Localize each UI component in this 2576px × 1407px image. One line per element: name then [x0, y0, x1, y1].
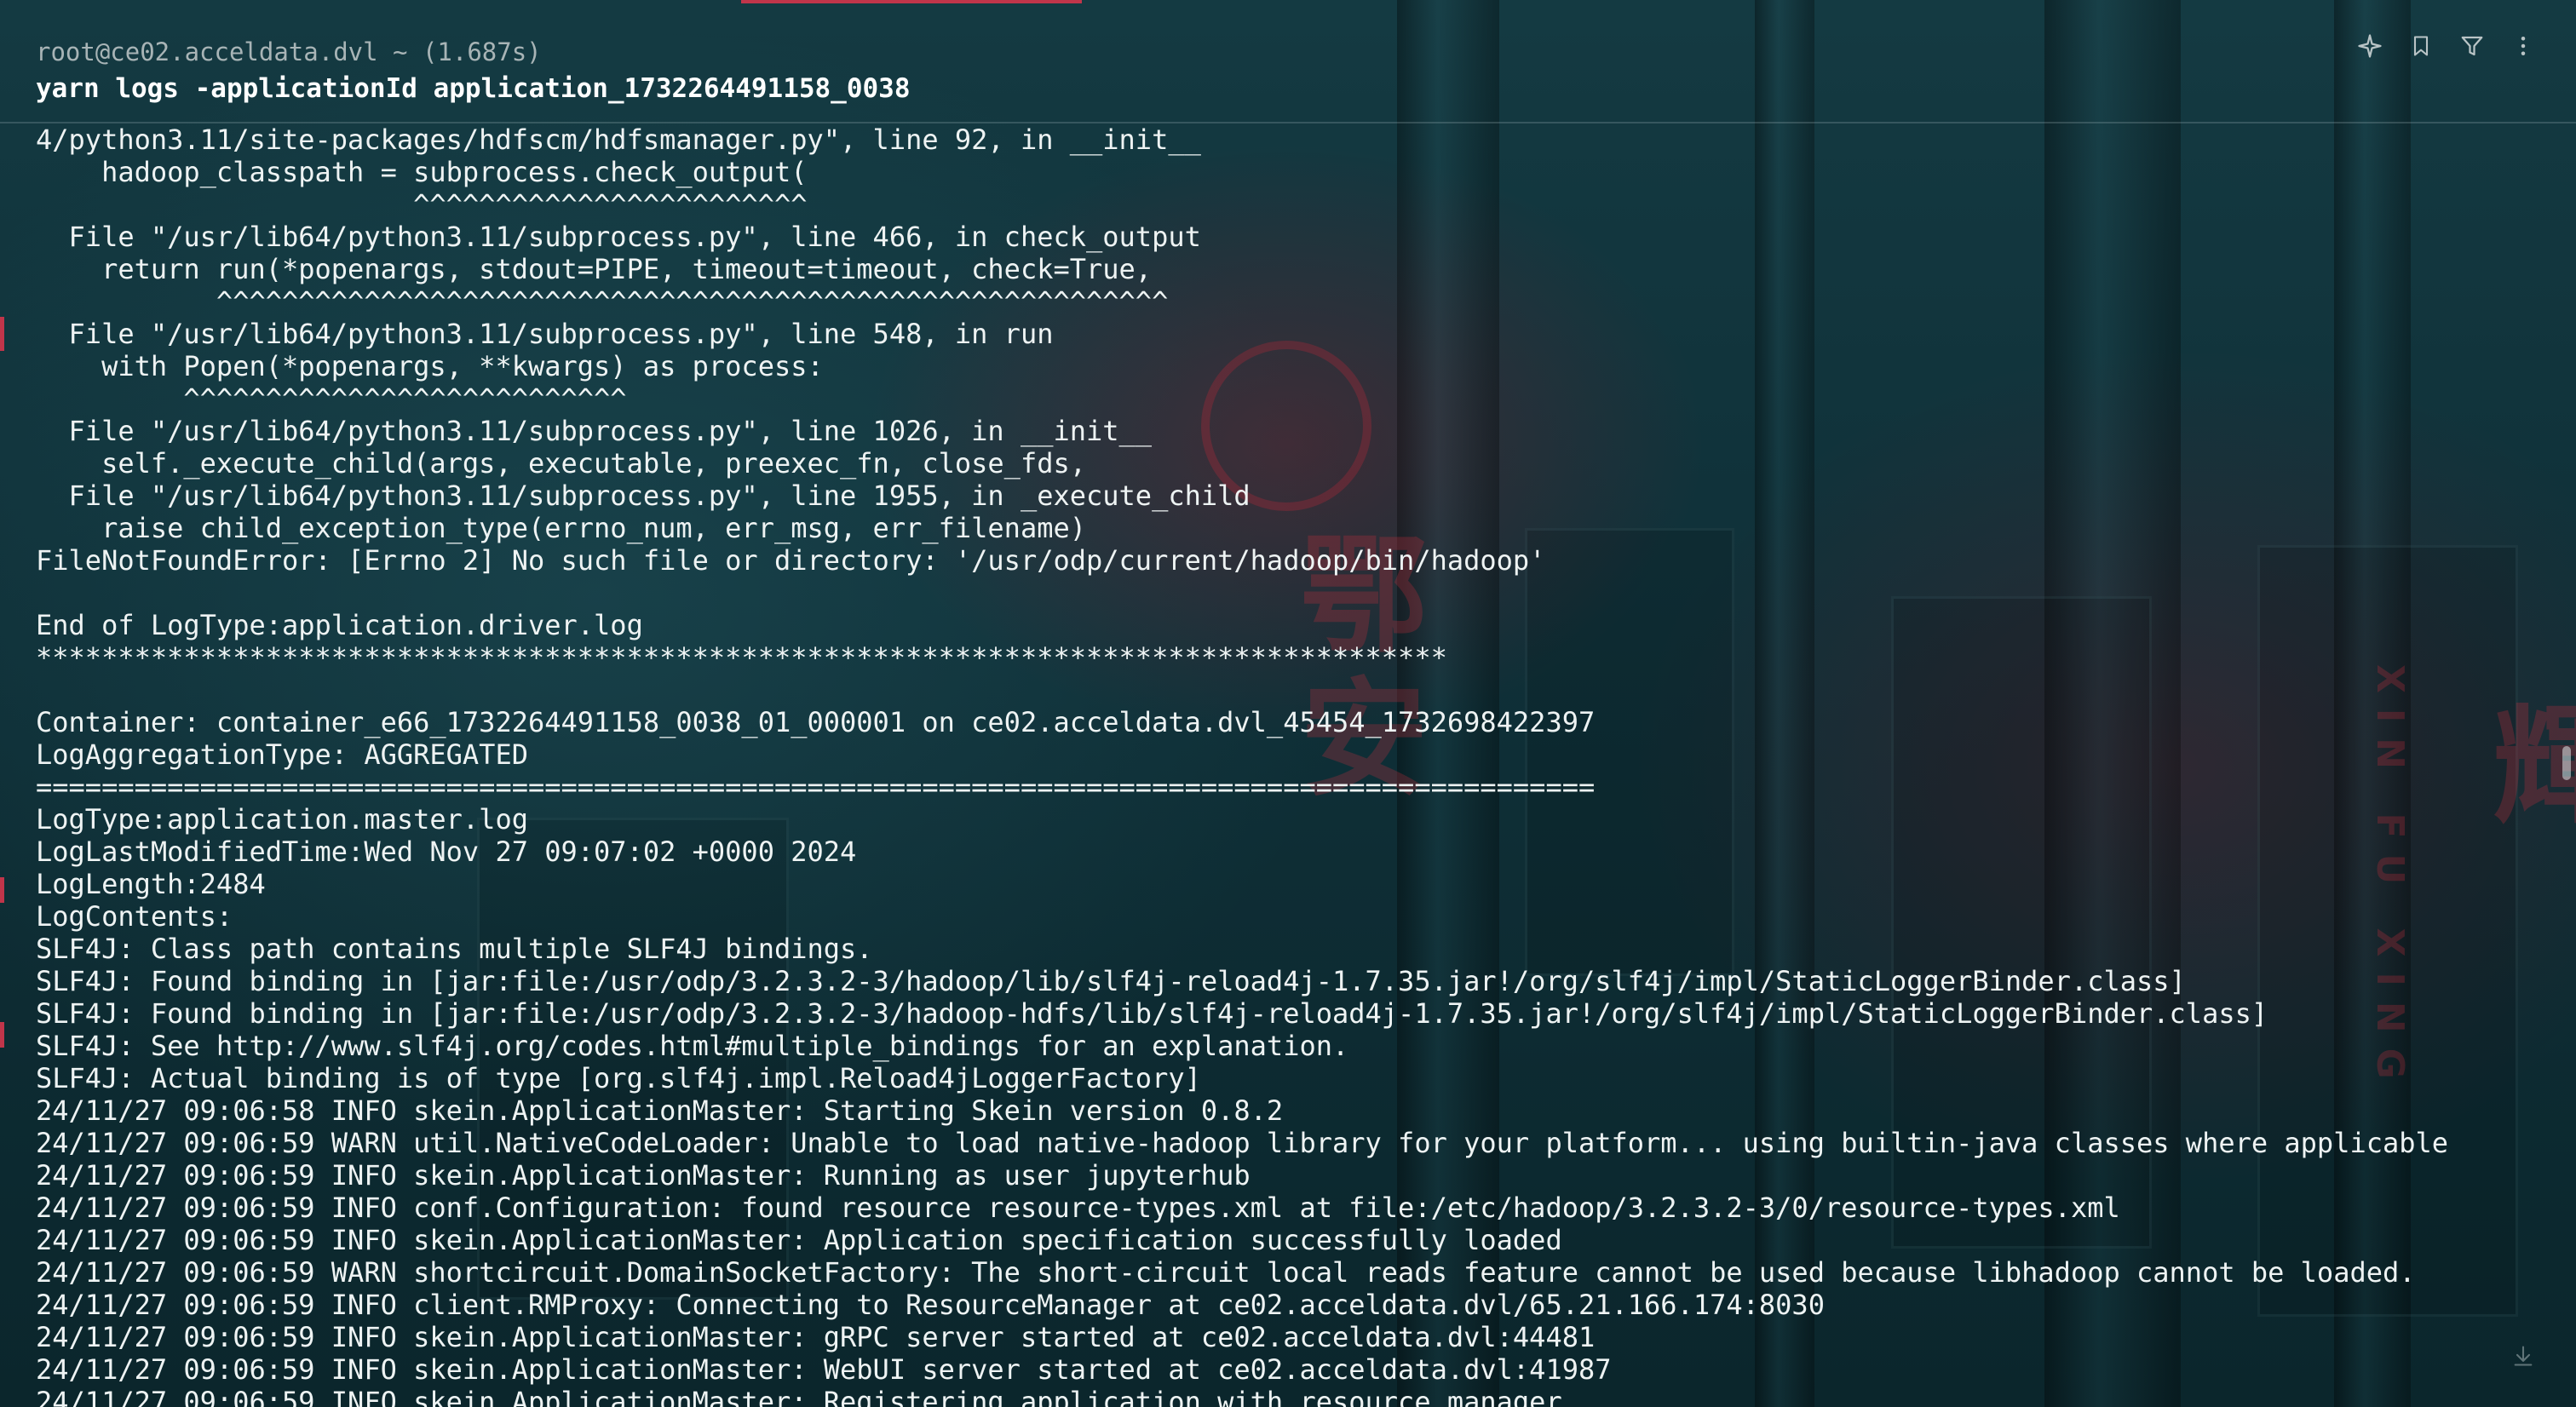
scrollbar-thumb[interactable] [2562, 746, 2571, 780]
output-line: LogLastModifiedTime:Wed Nov 27 09:07:02 … [36, 836, 857, 868]
output-line: ^^^^^^^^^^^^^^^^^^^^^^^^^^^^^^^^^^^^^^^^… [36, 285, 1169, 318]
output-line: raise child_exception_type(errno_num, er… [36, 512, 1086, 544]
prompt-context: root@ce02.acceldata.dvl ~ (1.687s) [36, 37, 542, 66]
output-line: 24/11/27 09:06:59 INFO skein.Application… [36, 1353, 1612, 1386]
command-text[interactable]: yarn logs -applicationId application_173… [36, 70, 2540, 107]
output-line: File "/usr/lib64/python3.11/subprocess.p… [36, 318, 1054, 350]
output-line: Container: container_e66_1732264491158_0… [36, 706, 1596, 738]
output-line: ^^^^^^^^^^^^^^^^^^^^^^^^^^^ [36, 382, 627, 415]
output-line: ****************************************… [36, 641, 1447, 674]
output-line: 24/11/27 09:06:59 INFO skein.Application… [36, 1159, 1251, 1192]
output-line: 24/11/27 09:06:59 INFO client.RMProxy: C… [36, 1289, 1825, 1321]
sparkle-icon[interactable] [2353, 29, 2387, 63]
output-line: File "/usr/lib64/python3.11/subprocess.p… [36, 415, 1153, 447]
output-line: 4/python3.11/site-packages/hdfscm/hdfsma… [36, 123, 1201, 156]
output-line: hadoop_classpath = subprocess.check_outp… [36, 156, 808, 188]
block-marker [0, 317, 4, 351]
output-line: SLF4J: Actual binding is of type [org.sl… [36, 1062, 1201, 1094]
output-line: ========================================… [36, 771, 1596, 803]
output-line: SLF4J: Found binding in [jar:file:/usr/o… [36, 997, 2268, 1030]
output-line: self._execute_child(args, executable, pr… [36, 447, 1086, 480]
output-line: FileNotFoundError: [Errno 2] No such fil… [36, 544, 1546, 577]
output-line: End of LogType:application.driver.log [36, 609, 643, 641]
output-line: 24/11/27 09:06:59 INFO conf.Configuratio… [36, 1192, 2120, 1224]
output-line: SLF4J: Found binding in [jar:file:/usr/o… [36, 965, 2186, 997]
filter-icon[interactable] [2455, 29, 2489, 63]
active-tab-indicator [741, 0, 1082, 3]
command-output[interactable]: 4/python3.11/site-packages/hdfscm/hdfsma… [36, 123, 2557, 1407]
output-line: SLF4J: Class path contains multiple SLF4… [36, 933, 873, 965]
output-line: LogType:application.master.log [36, 803, 528, 836]
output-line: 24/11/27 09:06:59 INFO skein.Application… [36, 1321, 1596, 1353]
more-vertical-icon[interactable] [2506, 29, 2540, 63]
block-marker [0, 1022, 4, 1048]
output-line: ^^^^^^^^^^^^^^^^^^^^^^^^ [36, 188, 808, 221]
terminal-window: 鄂安 XIN FU XING 輝 root@ce02.acceldata.dvl… [0, 0, 2576, 1407]
output-line: File "/usr/lib64/python3.11/subprocess.p… [36, 480, 1251, 512]
output-line: 24/11/27 09:06:59 INFO skein.Application… [36, 1224, 1562, 1256]
command-block-header[interactable]: root@ce02.acceldata.dvl ~ (1.687s) yarn … [36, 34, 2540, 107]
output-line: 24/11/27 09:06:59 INFO skein.Application… [36, 1386, 1562, 1407]
bookmark-icon[interactable] [2404, 29, 2438, 63]
output-line: LogLength:2484 [36, 868, 266, 900]
output-line: 24/11/27 09:06:59 WARN shortcircuit.Doma… [36, 1256, 2416, 1289]
output-line: LogAggregationType: AGGREGATED [36, 738, 528, 771]
output-line: SLF4J: See http://www.slf4j.org/codes.ht… [36, 1030, 1349, 1062]
output-line: 24/11/27 09:06:59 WARN util.NativeCodeLo… [36, 1127, 2449, 1159]
output-line: 24/11/27 09:06:58 INFO skein.Application… [36, 1094, 1284, 1127]
output-line: LogContents: [36, 900, 233, 933]
scroll-to-bottom-icon[interactable] [2506, 1339, 2540, 1373]
output-line: File "/usr/lib64/python3.11/subprocess.p… [36, 221, 1201, 253]
block-marker [0, 877, 4, 903]
output-line: with Popen(*popenargs, **kwargs) as proc… [36, 350, 824, 382]
output-line: return run(*popenargs, stdout=PIPE, time… [36, 253, 1153, 285]
block-toolbar [2353, 29, 2540, 63]
